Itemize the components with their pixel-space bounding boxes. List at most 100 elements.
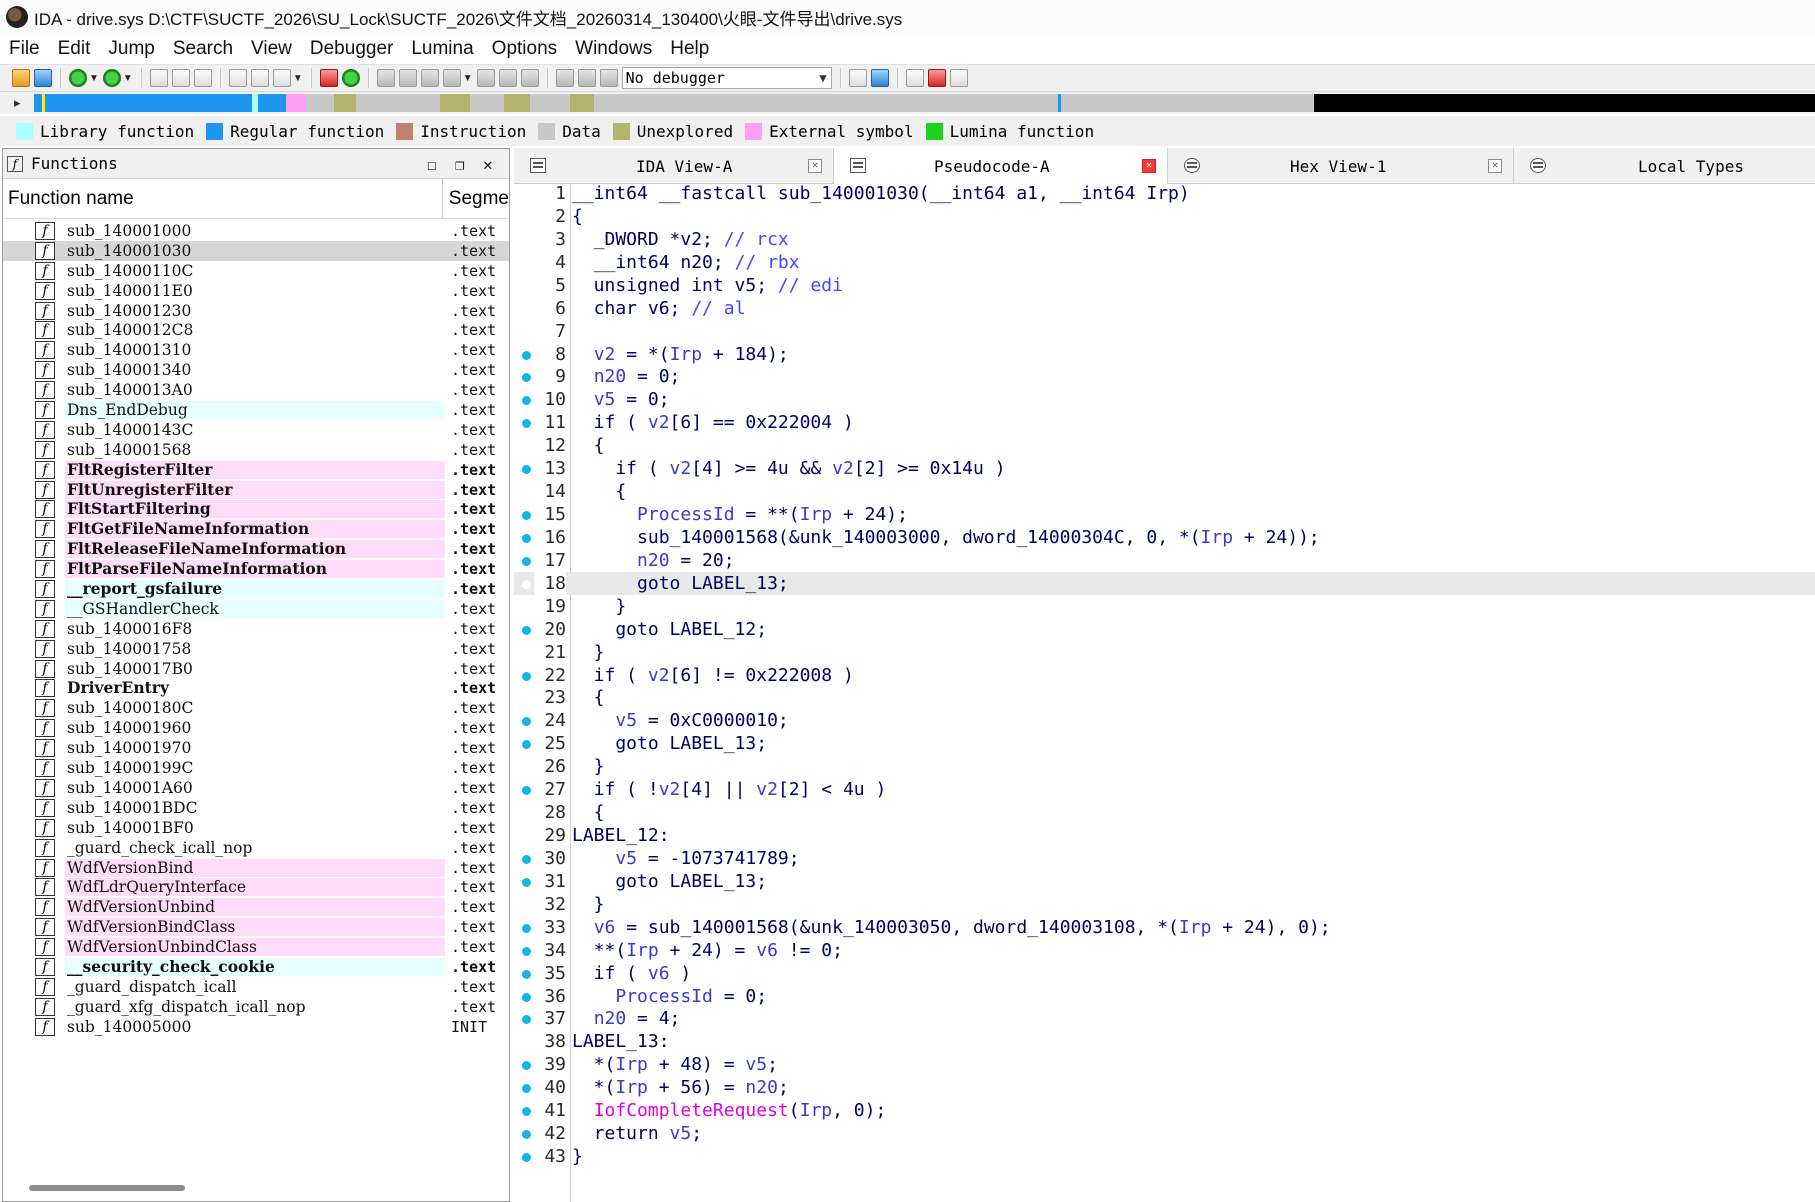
menu-search[interactable]: Search bbox=[164, 38, 242, 60]
column-segment[interactable]: Segme bbox=[443, 188, 509, 210]
run-analysis-icon[interactable] bbox=[341, 69, 360, 87]
breakpoint-dot-icon[interactable] bbox=[522, 1130, 531, 1140]
code-line[interactable]: 39 *(Irp + 48) = v5; bbox=[514, 1053, 1815, 1076]
code-line[interactable]: 36 ProcessId = 0; bbox=[514, 985, 1815, 1008]
code-line[interactable]: 23 { bbox=[514, 686, 1815, 709]
navigate-back-icon[interactable] bbox=[69, 69, 87, 87]
function-row[interactable]: f sub_140001BF0 .text bbox=[3, 818, 509, 838]
navigation-band[interactable]: ▸ bbox=[0, 92, 1815, 114]
column-function-name[interactable]: Function name bbox=[3, 178, 443, 219]
function-row[interactable]: f sub_14000180C .text bbox=[3, 698, 509, 718]
function-row[interactable]: f _guard_xfg_dispatch_icall_nop .text bbox=[3, 997, 509, 1017]
breakpoint-dot-icon[interactable] bbox=[522, 740, 531, 750]
function-row[interactable]: f sub_140001310 .text bbox=[3, 340, 509, 360]
code-line[interactable]: 37 n20 = 4; bbox=[514, 1007, 1815, 1030]
code-line[interactable]: 15 ProcessId = **(Irp + 24); bbox=[514, 503, 1815, 526]
horizontal-scrollbar[interactable] bbox=[29, 1185, 185, 1191]
code-line[interactable]: 11 if ( v2[6] == 0x222004 ) bbox=[514, 411, 1815, 434]
code-line[interactable]: 30 v5 = -1073741789; bbox=[514, 847, 1815, 870]
code-line[interactable]: 18 goto LABEL_13; bbox=[514, 571, 1815, 595]
function-row[interactable]: f sub_14000199C .text bbox=[3, 758, 509, 778]
close-icon[interactable]: ✕ bbox=[483, 155, 493, 174]
menu-jump[interactable]: Jump bbox=[99, 38, 163, 60]
close-icon[interactable]: ✕ bbox=[1488, 159, 1502, 173]
breakpoint-dot-icon[interactable] bbox=[522, 969, 531, 979]
float-window-icon[interactable]: ❐ bbox=[455, 155, 465, 174]
breakpoint-dot-icon[interactable] bbox=[522, 350, 531, 360]
tree-view-icon[interactable] bbox=[949, 69, 968, 87]
breakpoint-dot-icon[interactable] bbox=[522, 1107, 531, 1117]
function-row[interactable]: f sub_14000143C .text bbox=[3, 420, 509, 440]
code-line[interactable]: 19 } bbox=[514, 595, 1815, 618]
stop-icon[interactable] bbox=[599, 69, 618, 87]
function-row[interactable]: f sub_1400012C8 .text bbox=[3, 320, 509, 340]
breakpoint-dot-icon[interactable] bbox=[522, 1061, 531, 1071]
code-line[interactable]: 35 if ( v6 ) bbox=[514, 962, 1815, 985]
function-row[interactable]: f WdfVersionUnbind .text bbox=[3, 897, 509, 917]
function-row[interactable]: f sub_140005000 INIT bbox=[3, 1017, 509, 1037]
function-row[interactable]: f __security_check_cookie .text bbox=[3, 957, 509, 977]
code-line[interactable]: 28 { bbox=[514, 801, 1815, 824]
function-row[interactable]: f sub_140001000 .text bbox=[3, 221, 509, 241]
tab-ida-view-a[interactable]: IDA View-A ✕ bbox=[514, 148, 834, 184]
jump-up-icon[interactable] bbox=[250, 69, 269, 87]
function-row[interactable]: f sub_140001030 .text bbox=[3, 240, 509, 261]
code-line[interactable]: 33 v6 = sub_140001568(&unk_140003050, dw… bbox=[514, 916, 1815, 939]
tab-local-types[interactable]: Local Types bbox=[1514, 148, 1815, 184]
code-line[interactable]: 29 LABEL_12: bbox=[514, 824, 1815, 847]
navigate-forward-icon[interactable] bbox=[102, 69, 121, 87]
breakpoint-dot-icon[interactable] bbox=[522, 1084, 531, 1094]
code-line[interactable]: 12 { bbox=[514, 434, 1815, 457]
function-row[interactable]: f sub_140001970 .text bbox=[3, 738, 509, 758]
chevron-down-icon[interactable]: ▼ bbox=[89, 73, 99, 84]
code-line[interactable]: 14 { bbox=[514, 480, 1815, 503]
function-row[interactable]: f sub_1400013A0 .text bbox=[3, 380, 509, 400]
maximize-icon[interactable]: ☐ bbox=[427, 155, 437, 174]
code-line[interactable]: 8 v2 = *(Irp + 184); bbox=[514, 343, 1815, 366]
code-line[interactable]: 26 } bbox=[514, 755, 1815, 778]
code-line[interactable]: 38 LABEL_13: bbox=[514, 1030, 1815, 1053]
code-line[interactable]: 13 if ( v2[4] >= 4u && v2[2] >= 0x14u ) bbox=[514, 457, 1815, 480]
immediate-search-icon[interactable] bbox=[193, 69, 212, 87]
function-row[interactable]: f sub_140001BDC .text bbox=[3, 798, 509, 818]
code-line[interactable]: 17 n20 = 20; bbox=[514, 549, 1815, 572]
function-row[interactable]: f FltParseFileNameInformation .text bbox=[3, 559, 509, 579]
function-row[interactable]: f sub_1400016F8 .text bbox=[3, 619, 509, 639]
breakpoint-dot-icon[interactable] bbox=[522, 533, 531, 543]
function-row[interactable]: f sub_140001230 .text bbox=[3, 301, 509, 321]
code-line[interactable]: 24 v5 = 0xC0000010; bbox=[514, 709, 1815, 732]
function-row[interactable]: f sub_14000110C .text bbox=[3, 261, 509, 281]
breakpoint-dot-icon[interactable] bbox=[522, 556, 531, 566]
pause-icon[interactable] bbox=[577, 69, 596, 87]
breakpoint-dot-icon[interactable] bbox=[522, 625, 531, 635]
code-line[interactable]: 16 sub_140001568(&unk_140003000, dword_1… bbox=[514, 526, 1815, 549]
debugger-select[interactable]: No debugger ▼ bbox=[621, 67, 832, 89]
menu-windows[interactable]: Windows bbox=[566, 38, 661, 60]
breakpoint-dot-icon[interactable] bbox=[522, 946, 531, 956]
code-line[interactable]: 32 } bbox=[514, 893, 1815, 916]
function-row[interactable]: f FltUnregisterFilter .text bbox=[3, 480, 509, 500]
function-row[interactable]: f WdfVersionBindClass .text bbox=[3, 917, 509, 937]
code-line[interactable]: 7 bbox=[514, 320, 1815, 343]
function-row[interactable]: f WdfVersionUnbindClass .text bbox=[3, 937, 509, 957]
breakpoint-dot-icon[interactable] bbox=[522, 923, 531, 933]
function-row[interactable]: f _guard_dispatch_icall .text bbox=[3, 977, 509, 997]
function-row[interactable]: f __report_gsfailure .text bbox=[3, 579, 509, 599]
code-line[interactable]: 41 IofCompleteRequest(Irp, 0); bbox=[514, 1099, 1815, 1122]
code-line[interactable]: 1 __int64 __fastcall sub_140001030(__int6… bbox=[514, 182, 1815, 205]
open-file-icon[interactable] bbox=[12, 69, 30, 87]
code-line[interactable]: 21 } bbox=[514, 641, 1815, 664]
start-debugger-icon[interactable] bbox=[555, 69, 574, 87]
function-row[interactable]: f sub_1400011E0 .text bbox=[3, 281, 509, 301]
function-row[interactable]: f sub_140001568 .text bbox=[3, 440, 509, 460]
code-line[interactable]: 27 if ( !v2[4] || v2[2] < 4u ) bbox=[514, 778, 1815, 801]
code-line[interactable]: 43} bbox=[514, 1145, 1815, 1168]
code-line[interactable]: 2{ bbox=[514, 205, 1815, 228]
menu-view[interactable]: View bbox=[242, 38, 301, 60]
code-icon[interactable] bbox=[376, 69, 395, 87]
code-line[interactable]: 42 return v5; bbox=[514, 1122, 1815, 1145]
code-line[interactable]: 25 goto LABEL_13; bbox=[514, 732, 1815, 755]
breakpoint-dot-icon[interactable] bbox=[522, 419, 531, 429]
function-row[interactable]: f WdfLdrQueryInterface .text bbox=[3, 877, 509, 897]
function-row[interactable]: f __GSHandlerCheck .text bbox=[3, 599, 509, 619]
